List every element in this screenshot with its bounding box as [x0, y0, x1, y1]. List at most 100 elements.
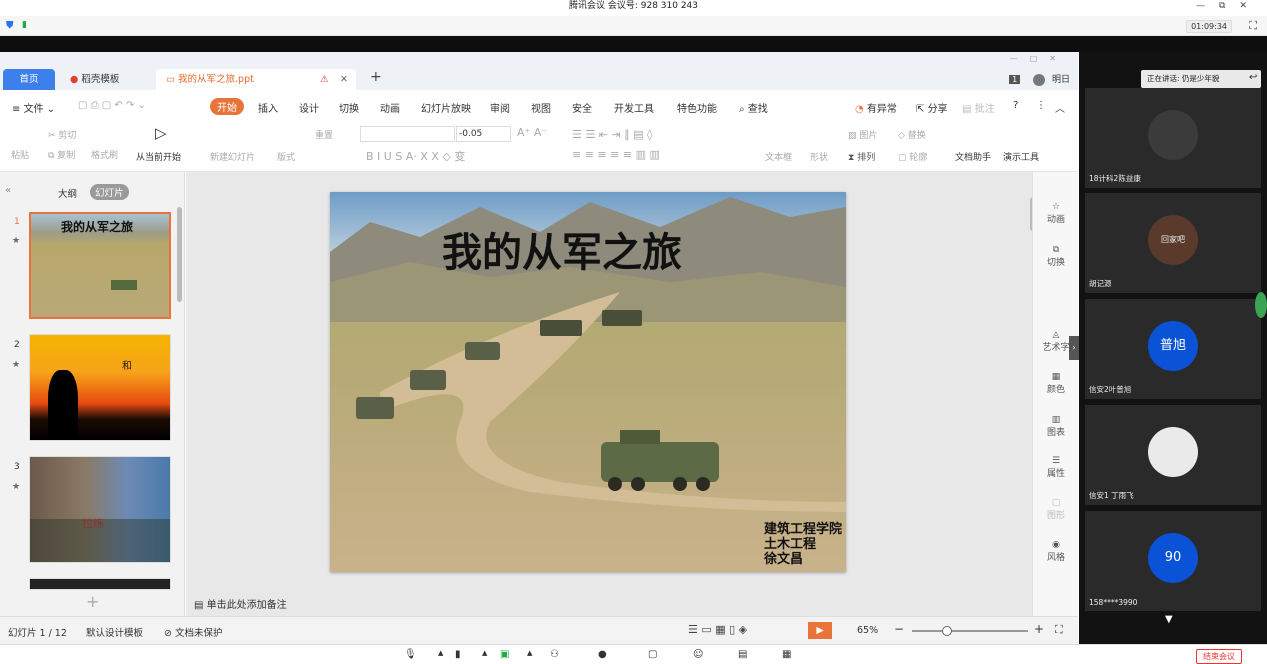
doc-assistant-button[interactable]: 文档助手: [955, 150, 991, 163]
tab-outline[interactable]: 大纲: [58, 186, 77, 200]
copy-button[interactable]: ⧉ 复制: [48, 148, 75, 161]
avatar[interactable]: [1033, 73, 1046, 86]
protect-status[interactable]: ⊘ 文档未保护: [164, 625, 223, 639]
menu-security[interactable]: 安全: [572, 100, 592, 115]
new-slide-button[interactable]: 新建幻灯片: [210, 150, 255, 163]
collapse-pane-icon[interactable]: «: [5, 185, 11, 196]
font-style-icons[interactable]: B I U S A· X X ◇ 变: [366, 148, 465, 164]
mic-muted-icon[interactable]: 🎙: [404, 649, 418, 661]
view-mode-icons[interactable]: ☰ ▭ ▦ ▯ ◈: [688, 623, 747, 636]
collapse-ribbon-icon[interactable]: ︿: [1055, 100, 1065, 115]
menu-share[interactable]: ⇱ 分享: [916, 100, 948, 115]
zoom-in-icon[interactable]: +: [1034, 622, 1044, 636]
zoom-level[interactable]: 65%: [857, 625, 878, 636]
play-slideshow-button[interactable]: ▶: [808, 622, 832, 639]
invite-icon[interactable]: ⚇: [550, 649, 564, 661]
menu-file[interactable]: ≡ 文件 ⌄: [12, 100, 55, 115]
picture-button[interactable]: ▨ 图片: [848, 128, 877, 141]
grow-font-icon[interactable]: A⁺ A⁻: [517, 126, 547, 139]
pane-scrollbar[interactable]: [177, 207, 182, 302]
zoom-out-icon[interactable]: −: [894, 622, 904, 636]
zoom-slider-handle[interactable]: [942, 626, 952, 636]
panel-transition[interactable]: ⧉ 切换: [1033, 245, 1079, 268]
menu-features[interactable]: 特色功能: [677, 100, 717, 115]
tab-home[interactable]: 首页: [3, 69, 55, 90]
menu-review[interactable]: 审阅: [490, 100, 510, 115]
participant-tile[interactable]: 信安1 丁雨飞: [1085, 405, 1261, 505]
tab-templates[interactable]: ● 稻壳模板: [60, 69, 154, 90]
slide-thumbnail-3[interactable]: 拉练: [29, 456, 171, 563]
chevron-up-icon[interactable]: ▲: [482, 649, 496, 661]
share-screen-icon[interactable]: ▣: [500, 649, 514, 661]
reset-button[interactable]: 重置: [315, 128, 333, 141]
signal-icon[interactable]: ▮: [22, 20, 27, 30]
menu-transition[interactable]: 切换: [339, 100, 359, 115]
shape-button[interactable]: 形状: [810, 150, 828, 163]
user-area[interactable]: 1 明日: [1009, 72, 1070, 86]
star-icon[interactable]: ★: [12, 360, 20, 370]
panel-color[interactable]: ▦ 颜色: [1033, 372, 1079, 395]
help-icon[interactable]: ?: [1013, 100, 1018, 111]
arrange-button[interactable]: ⧗ 排列: [848, 150, 875, 163]
star-icon[interactable]: ★: [12, 236, 20, 246]
play-icon[interactable]: ▷: [155, 124, 167, 142]
fullscreen-icon[interactable]: ⛶: [1249, 19, 1257, 33]
chat-icon[interactable]: ▢: [648, 649, 662, 661]
current-slide[interactable]: 我的从军之旅 建筑工程学院 土木工程 徐文昌: [330, 192, 846, 572]
panel-shape[interactable]: ▢ 图形: [1033, 498, 1079, 521]
paste-button[interactable]: 粘贴: [11, 148, 29, 161]
slide-thumbnail-1[interactable]: 我的从军之旅: [29, 212, 171, 319]
chat-bubble-icon[interactable]: [1255, 292, 1267, 318]
warning-icon[interactable]: ⚠: [320, 69, 329, 90]
panel-style[interactable]: ◉ 风格: [1033, 540, 1079, 563]
back-icon[interactable]: ↩: [1249, 72, 1257, 83]
layout-button[interactable]: 版式: [277, 150, 295, 163]
menu-view[interactable]: 视图: [531, 100, 551, 115]
design-template[interactable]: 默认设计模板: [86, 625, 143, 639]
slide-credits[interactable]: 建筑工程学院 土木工程 徐文昌: [764, 522, 842, 567]
font-size-input[interactable]: -0.05: [456, 126, 511, 142]
notes-placeholder[interactable]: ▤ 单击此处添加备注: [194, 596, 287, 611]
more-icon[interactable]: ⋮: [1036, 100, 1046, 111]
textbox-button[interactable]: 文本框: [765, 150, 792, 163]
format-painter-button[interactable]: 格式刷: [91, 148, 118, 161]
list-icons[interactable]: ☰ ☰ ⇤ ⇥ ∥ ▤ ◊: [572, 128, 652, 141]
menu-insert[interactable]: 插入: [258, 100, 278, 115]
chevron-up-icon[interactable]: ▲: [438, 649, 452, 661]
tab-document[interactable]: ▭ 我的从军之旅.ppt ⚠ ✕: [156, 69, 356, 90]
participant-tile[interactable]: 普旭 信安2叶普旭: [1085, 299, 1261, 399]
quick-access-icons[interactable]: ▢ ⎙ ▢ ↶ ↷ ⌄: [78, 100, 146, 111]
counter-icon[interactable]: 1: [1009, 75, 1021, 84]
slide-title[interactable]: 我的从军之旅: [442, 220, 682, 278]
participant-tile[interactable]: 18计科2陈益康: [1085, 88, 1261, 188]
menu-exception[interactable]: ◔ 有异常: [855, 100, 897, 115]
menu-comment[interactable]: ▤ 批注: [962, 100, 995, 115]
expand-panel-icon[interactable]: ›: [1069, 336, 1079, 360]
emoji-icon[interactable]: ☺: [693, 649, 707, 661]
camera-off-icon[interactable]: ▮: [455, 649, 469, 661]
close-tab-icon[interactable]: ✕: [340, 69, 348, 90]
menu-start[interactable]: 开始: [210, 98, 244, 115]
slide-thumbnail-4[interactable]: [29, 578, 171, 590]
tab-slides[interactable]: 幻灯片: [90, 184, 129, 200]
menu-slideshow[interactable]: 幻灯片放映: [421, 100, 471, 115]
play-from-current-button[interactable]: 从当前开始: [136, 150, 181, 163]
apps-icon[interactable]: ▦: [782, 649, 796, 661]
zoom-slider[interactable]: [912, 630, 1028, 632]
menu-developer[interactable]: 开发工具: [614, 100, 654, 115]
menu-search[interactable]: ⌕ 查找: [739, 100, 768, 115]
star-icon[interactable]: ★: [12, 482, 20, 492]
present-tools-button[interactable]: 演示工具: [1003, 150, 1039, 163]
align-icons[interactable]: ≡ ≡ ≡ ≡ ≡ ▥ ▥: [572, 148, 660, 161]
scroll-down-icon[interactable]: ▼: [1165, 614, 1173, 625]
participant-tile[interactable]: 回家吧 胡记源: [1085, 193, 1261, 293]
shield-icon[interactable]: ⛊: [6, 20, 14, 31]
slide-thumbnail-2[interactable]: 和: [29, 334, 171, 441]
participant-tile[interactable]: 90 158****3990: [1085, 511, 1261, 611]
replace-button[interactable]: ◇ 替换: [898, 128, 926, 141]
new-tab-icon[interactable]: +: [370, 69, 382, 85]
chevron-up-icon[interactable]: ▲: [527, 649, 541, 661]
menu-animation[interactable]: 动画: [380, 100, 400, 115]
fit-window-icon[interactable]: ⛶: [1055, 623, 1063, 637]
members-icon[interactable]: ●: [598, 649, 612, 661]
